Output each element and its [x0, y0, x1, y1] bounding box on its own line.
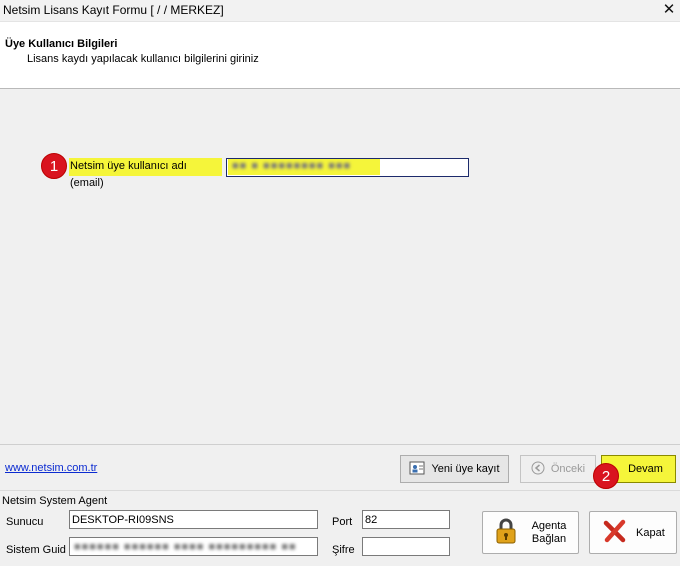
x-icon — [602, 518, 628, 547]
lock-icon — [492, 516, 520, 549]
new-member-button[interactable]: Yeni üye kayıt — [400, 455, 509, 483]
agent-connect-label: Agenta Bağlan — [531, 519, 567, 545]
guid-label: Sistem Guid — [6, 544, 66, 556]
previous-button[interactable]: Önceki — [520, 455, 596, 483]
password-input[interactable] — [362, 537, 450, 556]
close-label: Kapat — [636, 526, 665, 539]
close-icon[interactable]: ✕ — [658, 0, 680, 22]
header-subtitle: Lisans kaydı yapılacak kullanıcı bilgile… — [27, 53, 259, 65]
header-title: Üye Kullanıcı Bilgileri — [5, 38, 118, 50]
footer-separator — [0, 444, 680, 445]
previous-label: Önceki — [550, 463, 586, 475]
email-label: Netsim üye kullanıcı adı (email) — [69, 158, 222, 189]
agent-connect-button[interactable]: Agenta Bağlan — [482, 511, 579, 554]
agent-section-title: Netsim System Agent — [2, 495, 108, 507]
close-button[interactable]: Kapat — [589, 511, 677, 554]
password-label: Şifre — [332, 544, 355, 556]
wizard-header: Üye Kullanıcı Bilgileri Lisans kaydı yap… — [0, 22, 680, 89]
title-bar: Netsim Lisans Kayıt Formu [ / / MERKEZ] … — [0, 0, 680, 22]
port-input[interactable] — [362, 510, 450, 529]
back-arrow-icon — [531, 461, 545, 478]
port-label: Port — [332, 516, 353, 528]
new-member-icon — [409, 460, 425, 479]
website-link[interactable]: www.netsim.com.tr — [5, 462, 97, 474]
step-marker-1: 1 — [41, 153, 67, 179]
new-member-label: Yeni üye kayıt — [431, 463, 500, 475]
server-label: Sunucu — [6, 516, 44, 528]
window-title: Netsim Lisans Kayıt Formu [ / / MERKEZ] — [3, 3, 224, 17]
next-label: Devam — [628, 463, 663, 475]
email-redacted: ■■ ■ ■■■■■■■■ ■■■ — [232, 160, 352, 172]
server-input[interactable] — [69, 510, 318, 529]
agent-separator — [0, 490, 680, 491]
step-marker-2: 2 — [593, 463, 619, 489]
guid-redacted: ■■■■■■ ■■■■■■ ■■■■ ■■■■■■■■■ ■■ — [74, 541, 297, 553]
